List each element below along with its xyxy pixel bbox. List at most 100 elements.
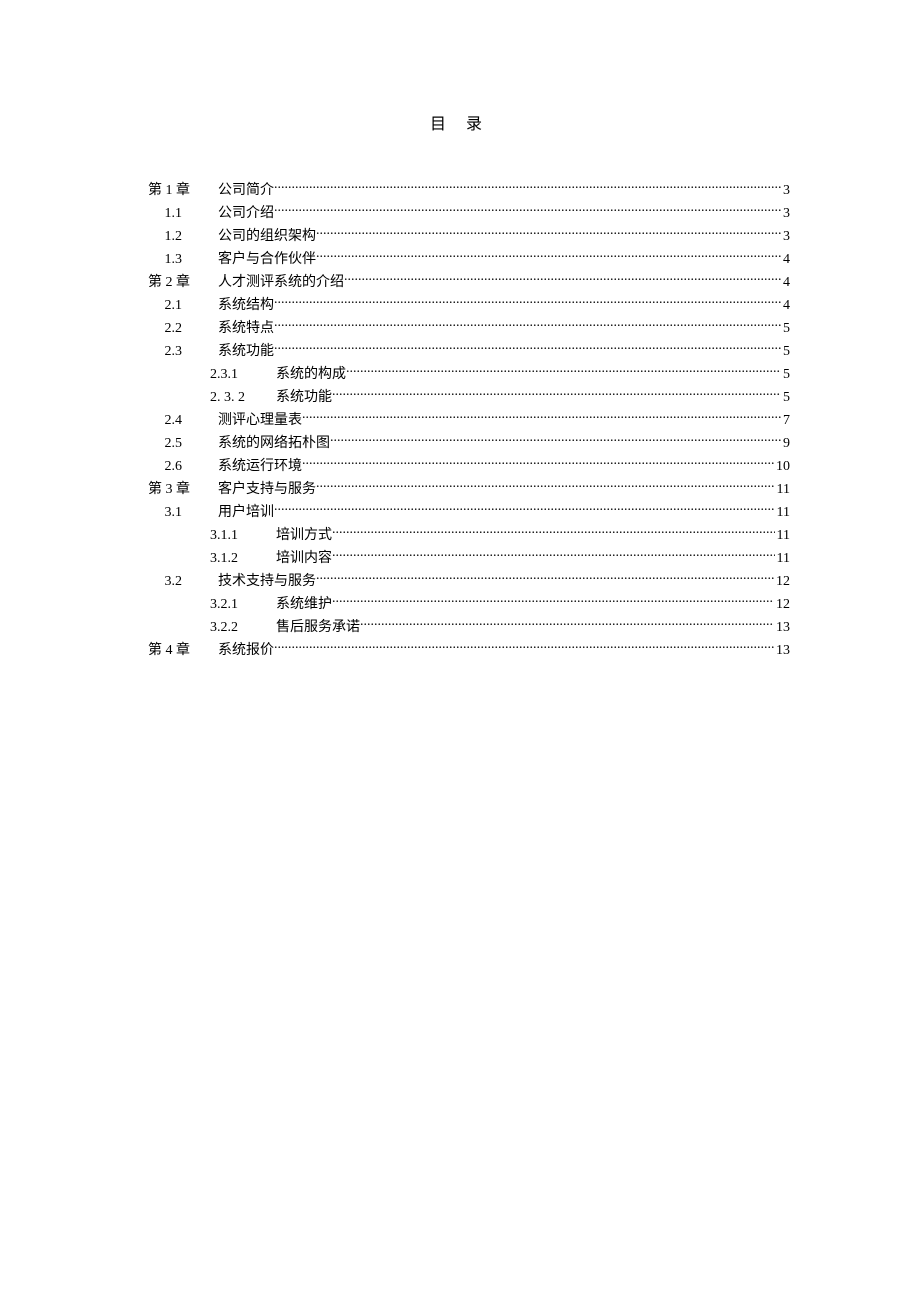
toc-entry: 第 2 章 人才测评系统的介绍 4	[130, 271, 790, 294]
toc-entry-label: 3.2.2	[130, 616, 248, 639]
toc-entry-page: 5	[781, 363, 790, 386]
toc-leader-dots	[302, 456, 774, 470]
toc-entry-label: 3.1.2	[130, 547, 248, 570]
toc-entry-text: 系统报价	[218, 639, 274, 662]
toc-entry-label: 3.2.1	[130, 593, 248, 616]
toc-entry-text: 客户支持与服务	[218, 478, 316, 501]
toc-entry-label: 2.5	[130, 432, 182, 455]
toc-entry-page: 9	[781, 432, 790, 455]
toc-entry: 第 4 章 系统报价 13	[130, 639, 790, 662]
toc-leader-dots	[316, 479, 775, 493]
toc-entry-text: 人才测评系统的介绍	[218, 271, 344, 294]
toc-leader-dots	[346, 364, 781, 378]
toc-entry-label: 3.1	[130, 501, 182, 524]
toc-entry-label: 3.2	[130, 570, 182, 593]
toc-entry-page: 5	[781, 340, 790, 363]
toc-entry-page: 13	[774, 639, 790, 662]
toc-entry-page: 11	[775, 524, 790, 547]
toc-entry-text: 系统结构	[218, 294, 274, 317]
toc-entry-page: 3	[781, 225, 790, 248]
toc-entry-text: 系统运行环境	[218, 455, 302, 478]
toc-entry: 2. 3. 2系统功能5	[130, 386, 790, 409]
toc-entry-page: 4	[781, 248, 790, 271]
toc-entry-text: 系统维护	[276, 593, 332, 616]
toc-entry: 3.1.1 培训方式 11	[130, 524, 790, 547]
toc-entry: 2.3.1 系统的构成 5	[130, 363, 790, 386]
toc-entry-text: 测评心理量表	[218, 409, 302, 432]
toc-entry-label: 第 2 章	[130, 271, 190, 294]
toc-entry-page: 3	[781, 179, 790, 202]
toc-entry-page: 13	[774, 616, 790, 639]
toc-entry: 1.2 公司的组织架构 3	[130, 225, 790, 248]
toc-entry-page: 11	[775, 501, 790, 524]
toc-entry-page: 4	[781, 271, 790, 294]
toc-entry-text: 系统的网络拓朴图	[218, 432, 330, 455]
toc-entry-page: 11	[775, 478, 790, 501]
toc-title: 目 录	[130, 110, 790, 134]
toc-leader-dots	[332, 525, 775, 539]
toc-entry: 2.2系统特点5	[130, 317, 790, 340]
toc-entry-text: 系统的构成	[276, 363, 346, 386]
toc-entry: 2.3系统功能5	[130, 340, 790, 363]
toc-entry: 2.4 测评心理量表 7	[130, 409, 790, 432]
toc-entry: 2.6系统运行环境10	[130, 455, 790, 478]
toc-entry-label: 2. 3. 2	[130, 386, 248, 409]
toc-entry: 1.1 公司介绍 3	[130, 202, 790, 225]
toc-entry-label: 2.3.1	[130, 363, 248, 386]
toc-entry-label: 3.1.1	[130, 524, 248, 547]
toc-leader-dots	[332, 594, 774, 608]
toc-leader-dots	[274, 203, 781, 217]
toc-entry-label: 2.1	[130, 294, 182, 317]
toc-leader-dots	[274, 318, 781, 332]
toc-entry-text: 公司介绍	[218, 202, 274, 225]
toc-entry-label: 2.4	[130, 409, 182, 432]
toc-leader-dots	[274, 295, 781, 309]
toc-entry-text: 技术支持与服务	[218, 570, 316, 593]
toc-container: 第 1 章公司简介31.1公司介绍31.2公司的组织架构31.3客户与合作伙伴4…	[130, 179, 790, 662]
toc-entry-page: 7	[781, 409, 790, 432]
toc-leader-dots	[332, 548, 775, 562]
toc-entry-text: 培训内容	[276, 547, 332, 570]
toc-entry-text: 售后服务承诺	[276, 616, 360, 639]
toc-entry-text: 培训方式	[276, 524, 332, 547]
toc-entry-page: 5	[781, 317, 790, 340]
toc-leader-dots	[274, 640, 774, 654]
toc-entry-text: 公司简介	[218, 179, 274, 202]
toc-entry: 2.5 系统的网络拓朴图 9	[130, 432, 790, 455]
toc-entry: 3.2.1系统维护12	[130, 593, 790, 616]
toc-leader-dots	[274, 180, 781, 194]
toc-leader-dots	[330, 433, 781, 447]
toc-entry-page: 5	[781, 386, 790, 409]
toc-leader-dots	[274, 502, 775, 516]
toc-entry: 2.1 系统结构 4	[130, 294, 790, 317]
toc-entry: 3.2 技术支持与服务 12	[130, 570, 790, 593]
toc-entry-label: 1.3	[130, 248, 182, 271]
toc-entry-page: 12	[774, 570, 790, 593]
toc-entry-label: 2.3	[130, 340, 182, 363]
toc-entry-label: 1.1	[130, 202, 182, 225]
toc-leader-dots	[274, 341, 781, 355]
toc-entry-page: 3	[781, 202, 790, 225]
toc-entry-page: 4	[781, 294, 790, 317]
toc-leader-dots	[344, 272, 781, 286]
toc-entry-page: 10	[774, 455, 790, 478]
toc-entry-label: 1.2	[130, 225, 182, 248]
toc-entry: 3.1.2 培训内容 11	[130, 547, 790, 570]
toc-leader-dots	[332, 387, 781, 401]
toc-entry: 第 1 章公司简介3	[130, 179, 790, 202]
toc-entry-page: 11	[775, 547, 790, 570]
toc-leader-dots	[316, 249, 781, 263]
toc-leader-dots	[302, 410, 781, 424]
toc-leader-dots	[316, 226, 781, 240]
toc-entry: 3.2.2 售后服务承诺 13	[130, 616, 790, 639]
toc-entry: 3.1 用户培训 11	[130, 501, 790, 524]
toc-entry-label: 第 4 章	[130, 639, 190, 662]
toc-entry: 1.3 客户与合作伙伴 4	[130, 248, 790, 271]
toc-entry-label: 第 3 章	[130, 478, 190, 501]
toc-entry-text: 用户培训	[218, 501, 274, 524]
toc-leader-dots	[360, 617, 774, 631]
toc-entry-text: 公司的组织架构	[218, 225, 316, 248]
toc-entry: 第 3 章 客户支持与服务 11	[130, 478, 790, 501]
toc-entry-text: 客户与合作伙伴	[218, 248, 316, 271]
toc-leader-dots	[316, 571, 774, 585]
